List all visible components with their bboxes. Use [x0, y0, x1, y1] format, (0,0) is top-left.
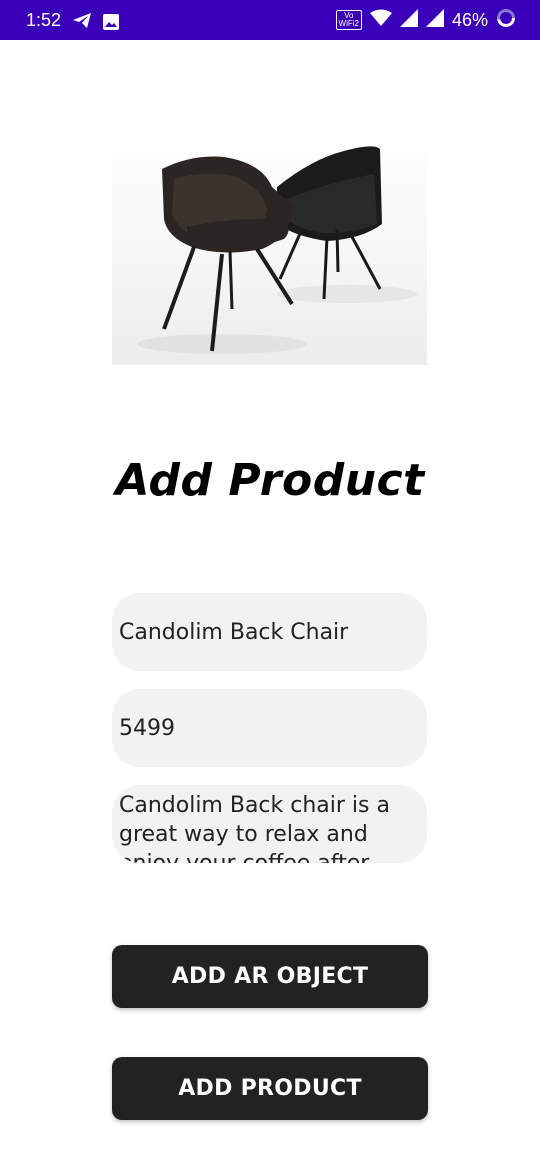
battery-percent: 46% — [451, 9, 488, 30]
status-time: 1:52 — [26, 10, 62, 30]
add-ar-object-button[interactable]: ADD AR OBJECT — [112, 945, 428, 1008]
product-description-value: Candolim Back chair is a great way to re… — [119, 793, 390, 863]
battery-icon — [496, 8, 516, 32]
product-price-value: 5499 — [119, 715, 175, 741]
volte-badge: Vo WiFi2 — [335, 10, 362, 30]
telegram-icon — [72, 12, 92, 33]
volte-line2: WiFi2 — [338, 19, 359, 28]
page-title: Add Product — [115, 455, 425, 506]
chair-illustration — [137, 146, 417, 354]
wifi-icon — [369, 9, 392, 31]
product-description-field[interactable]: Candolim Back chair is a great way to re… — [112, 785, 427, 863]
signal-icon-2 — [425, 9, 444, 31]
product-name-value: Candolim Back Chair — [119, 619, 349, 645]
product-price-field[interactable]: 5499 — [112, 689, 427, 767]
status-bar: 1:52 Vo WiFi2 46% — [0, 0, 540, 40]
product-image[interactable] — [112, 129, 427, 365]
status-right: Vo WiFi2 46% — [335, 8, 516, 32]
image-icon — [103, 14, 119, 34]
product-name-field[interactable]: Candolim Back Chair — [112, 593, 427, 671]
add-product-button[interactable]: ADD PRODUCT — [112, 1057, 428, 1120]
signal-icon — [399, 9, 418, 31]
